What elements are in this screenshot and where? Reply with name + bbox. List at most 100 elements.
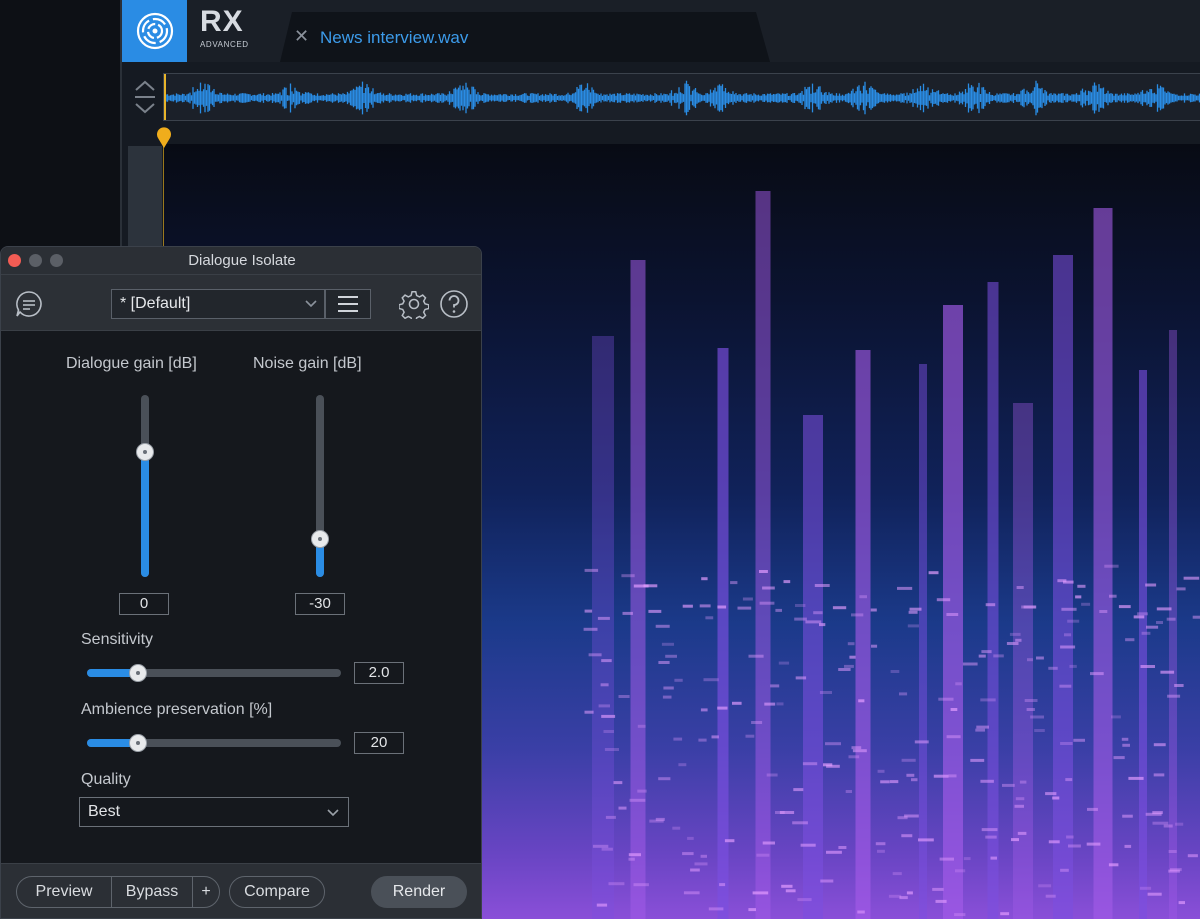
spectrogram-harmonic <box>962 662 978 666</box>
spectrogram-harmonic <box>1118 605 1131 609</box>
waveform-zoom-icon[interactable] <box>130 78 160 116</box>
spectrogram-harmonic <box>914 740 929 744</box>
spectrogram-harmonic <box>649 819 664 823</box>
spectrogram-harmonic <box>975 728 985 732</box>
spectrogram-harmonic <box>605 815 616 819</box>
spectrogram-harmonic <box>978 654 986 658</box>
spectrogram-harmonic <box>1140 665 1155 668</box>
playhead-marker-icon[interactable] <box>156 127 172 149</box>
spectrogram-harmonic <box>871 644 878 648</box>
spectrogram-harmonic <box>1061 607 1077 611</box>
spectrogram-harmonic <box>1099 610 1108 613</box>
spectrogram-harmonic <box>857 910 865 914</box>
render-button[interactable]: Render <box>371 876 467 908</box>
spectrogram-harmonic <box>849 655 856 659</box>
spectrogram-harmonic <box>1038 884 1052 888</box>
spectrogram-harmonic <box>1122 814 1133 818</box>
file-tab[interactable]: ✕ News interview.wav <box>280 12 770 62</box>
sensitivity-value[interactable]: 2.0 <box>354 662 404 684</box>
bypass-button[interactable]: Bypass <box>111 876 193 908</box>
spectrogram-harmonic <box>976 725 989 729</box>
noise-gain-knob[interactable] <box>311 530 329 548</box>
waveform-overview[interactable] <box>163 73 1200 121</box>
spectrogram-harmonic <box>1192 615 1200 619</box>
spectrogram-band <box>717 348 729 919</box>
spectrogram-harmonic <box>1036 656 1044 660</box>
spectrogram-harmonic <box>851 613 864 617</box>
spectrogram-harmonic <box>814 584 830 587</box>
chat-icon[interactable] <box>15 290 43 318</box>
spectrogram-harmonic <box>933 774 949 778</box>
dialogue-gain-fill <box>141 451 149 577</box>
spectrogram-band <box>855 350 871 919</box>
spectrogram-harmonic <box>851 746 862 750</box>
spectrogram-harmonic <box>1187 854 1198 858</box>
preset-menu-button[interactable] <box>325 289 371 319</box>
gear-icon[interactable] <box>399 289 429 319</box>
spectrogram-harmonic <box>1153 743 1166 747</box>
spectrogram-harmonic <box>1166 617 1176 621</box>
noise-gain-slider[interactable] <box>316 395 324 577</box>
spectrogram-harmonic <box>604 748 619 751</box>
noise-gain-value[interactable]: -30 <box>295 593 345 615</box>
sensitivity-knob[interactable] <box>129 664 147 682</box>
spectrogram-band <box>919 364 927 919</box>
spectrogram-harmonic <box>592 844 609 848</box>
spectrogram-harmonic <box>1015 797 1025 801</box>
spectrogram-harmonic <box>1174 684 1184 687</box>
spectrogram-harmonic <box>762 841 775 845</box>
spectrogram-band <box>1053 255 1073 919</box>
dialogue-isolate-window: Dialogue Isolate * [Default] Dialogue ga… <box>0 246 482 919</box>
close-icon[interactable]: ✕ <box>294 26 309 46</box>
quality-label: Quality <box>81 771 131 788</box>
ambience-preservation-value[interactable]: 20 <box>354 732 404 754</box>
spectrogram-harmonic <box>1124 844 1132 848</box>
dialogue-gain-knob[interactable] <box>136 443 154 461</box>
dialogue-gain-slider[interactable] <box>141 395 149 577</box>
preview-button[interactable]: Preview <box>16 876 112 908</box>
spectrogram-harmonic <box>699 604 711 608</box>
dialogue-gain-value[interactable]: 0 <box>119 593 169 615</box>
sensitivity-slider[interactable] <box>87 669 341 677</box>
spectrogram-harmonic <box>1015 638 1022 642</box>
spectrogram-harmonic <box>1104 564 1119 568</box>
ambience-preservation-slider[interactable] <box>87 739 341 747</box>
panel-title-bar[interactable]: Dialogue Isolate <box>1 247 481 275</box>
spectrogram-harmonic <box>1057 579 1067 583</box>
spectrogram-harmonic <box>1163 824 1173 828</box>
spectrogram-harmonic <box>858 699 865 703</box>
spectrogram-harmonic <box>1048 840 1060 844</box>
spectrogram-harmonic <box>1153 773 1165 777</box>
spectrogram-harmonic <box>1048 666 1058 670</box>
spectrogram-harmonic <box>584 568 599 572</box>
spectrogram-harmonic <box>785 889 796 893</box>
panel-header: * [Default] <box>1 275 481 331</box>
spectrogram-harmonic <box>946 613 959 616</box>
spectrogram-harmonic <box>1030 715 1044 719</box>
spectrogram-harmonic <box>637 724 646 728</box>
spectrogram-harmonic <box>748 908 756 912</box>
spectrogram-harmonic <box>852 749 867 753</box>
help-icon[interactable] <box>439 289 469 319</box>
spectrogram-harmonic <box>682 852 694 856</box>
vertical-scrollbar[interactable] <box>128 146 162 246</box>
spectrogram-harmonic <box>665 654 677 658</box>
spectrogram-harmonic <box>584 710 594 714</box>
spectrogram-harmonic <box>1111 715 1121 719</box>
rx-brand: RX ADVANCED <box>200 6 249 50</box>
spectrogram-harmonic <box>935 899 947 903</box>
compare-button[interactable]: Compare <box>229 876 325 908</box>
quality-dropdown[interactable]: Best <box>79 797 349 827</box>
spectrogram-harmonic <box>950 708 958 711</box>
spectrogram-harmonic <box>1077 584 1086 588</box>
rx-logo[interactable] <box>122 0 187 62</box>
spectrogram-harmonic <box>797 898 812 902</box>
spectrogram-harmonic <box>601 659 612 663</box>
preset-dropdown[interactable]: * [Default] <box>111 289 325 319</box>
ambience-preservation-knob[interactable] <box>129 734 147 752</box>
bypass-add-button[interactable]: + <box>192 876 220 908</box>
spectrogram-harmonic <box>946 735 961 739</box>
playhead-line <box>163 146 164 246</box>
spectrogram-harmonic <box>628 857 635 861</box>
spectrogram-harmonic <box>662 695 672 699</box>
